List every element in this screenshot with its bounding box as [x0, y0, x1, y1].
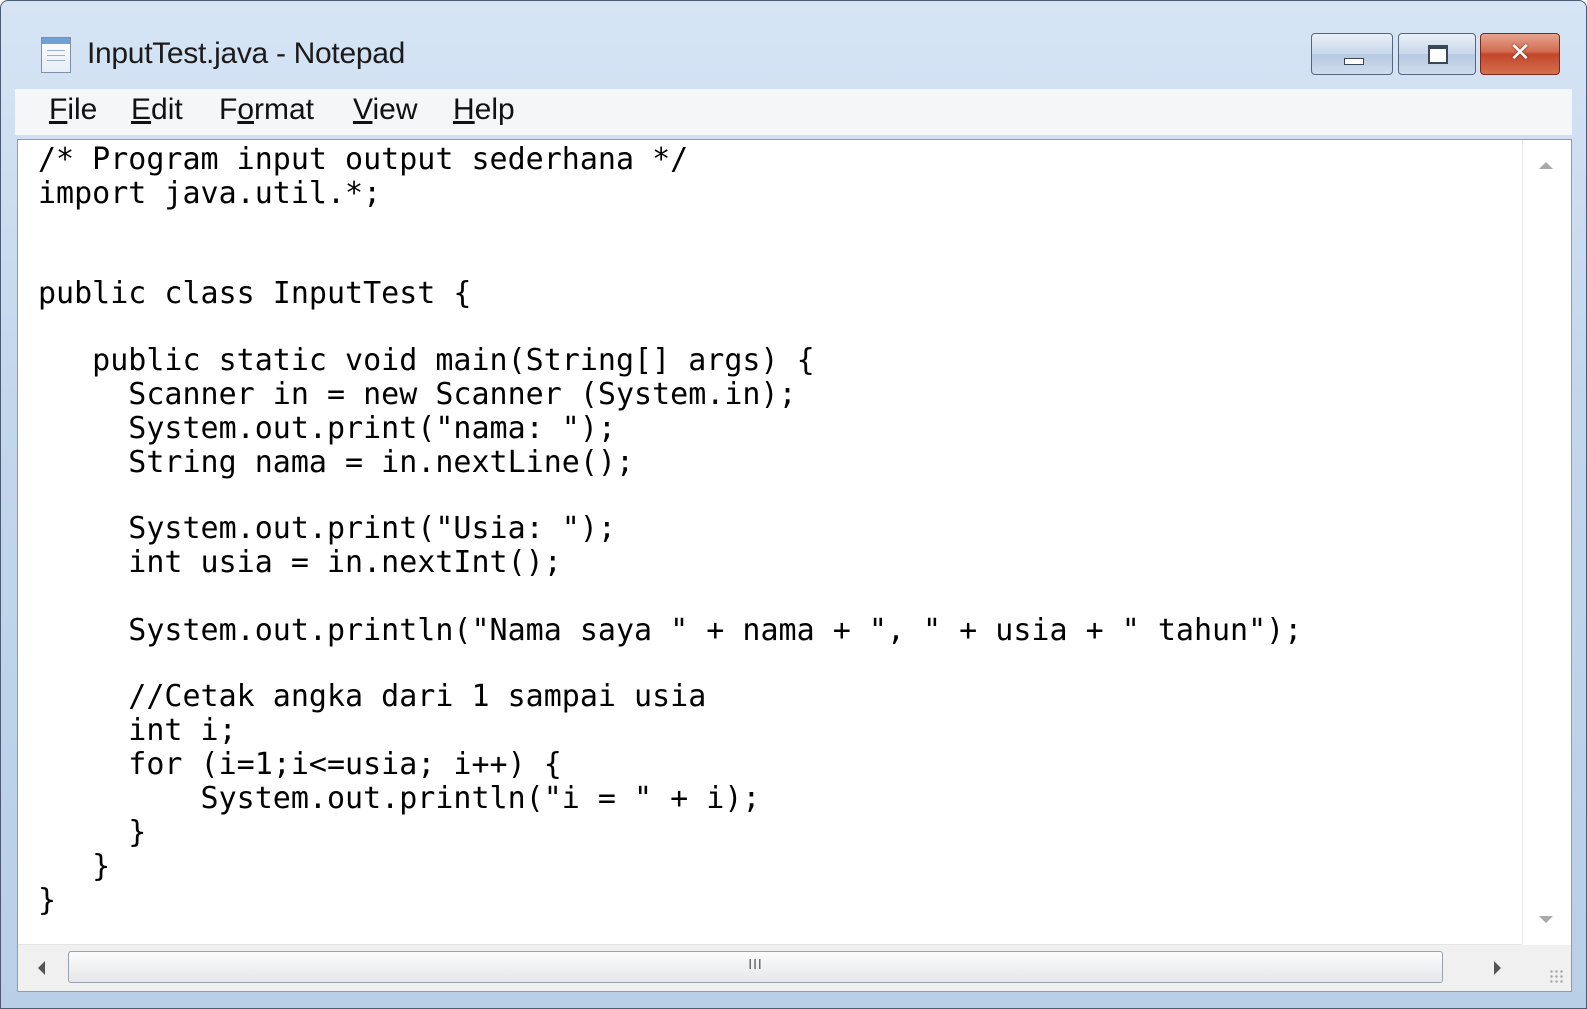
- code-line: Scanner in = new Scanner (System.in);: [38, 377, 797, 412]
- menu-format[interactable]: Format: [219, 93, 314, 127]
- menu-mnemonic: V: [353, 93, 373, 126]
- minimize-button[interactable]: [1311, 33, 1393, 75]
- code-line: }: [38, 815, 147, 850]
- scroll-up-arrow-icon[interactable]: [1539, 162, 1553, 169]
- menu-mnemonic: o: [237, 93, 255, 126]
- menu-mnemonic: F: [49, 93, 68, 126]
- menu-mnemonic: E: [131, 93, 152, 126]
- close-button[interactable]: ✕: [1480, 33, 1560, 75]
- maximize-icon: [1428, 45, 1448, 64]
- grip-icon: III: [748, 958, 763, 973]
- notepad-window: InputTest.java - Notepad ✕ File Edit For…: [0, 0, 1587, 1009]
- horizontal-scrollbar[interactable]: III: [18, 944, 1521, 991]
- code-line: System.out.println("i = " + i);: [38, 781, 761, 816]
- close-icon: ✕: [1509, 38, 1531, 68]
- vertical-scrollbar[interactable]: [1522, 140, 1571, 945]
- code-line: public class InputTest {: [38, 276, 472, 311]
- menu-bar: File Edit Format View Help: [15, 89, 1572, 136]
- menu-mnemonic: H: [453, 93, 475, 126]
- code-line: /* Program input output sederhana */: [38, 142, 689, 177]
- menu-file[interactable]: File: [49, 93, 97, 127]
- menu-edit[interactable]: Edit: [131, 93, 183, 127]
- code-line: String nama = in.nextLine();: [38, 445, 635, 480]
- code-line: //Cetak angka dari 1 sampai usia: [38, 679, 707, 714]
- scroll-left-arrow-icon[interactable]: [38, 961, 45, 975]
- menu-view[interactable]: View: [353, 93, 417, 127]
- code-line: for (i=1;i<=usia; i++) {: [38, 747, 562, 782]
- code-line: System.out.print("nama: ");: [38, 411, 616, 446]
- title-bar[interactable]: InputTest.java - Notepad ✕: [1, 1, 1586, 85]
- resize-grip-icon[interactable]: [1521, 945, 1571, 991]
- code-text-area[interactable]: /* Program input output sederhana */ imp…: [18, 140, 1521, 945]
- menu-help[interactable]: Help: [453, 93, 515, 127]
- window-title: InputTest.java - Notepad: [87, 37, 405, 70]
- scroll-right-arrow-icon[interactable]: [1494, 961, 1501, 975]
- horizontal-scroll-thumb[interactable]: III: [68, 951, 1443, 983]
- minimize-icon: [1344, 58, 1364, 65]
- notepad-app-icon[interactable]: [41, 37, 71, 73]
- code-line: public static void main(String[] args) {: [38, 343, 815, 378]
- text-editor[interactable]: /* Program input output sederhana */ imp…: [17, 139, 1572, 992]
- code-line: }: [38, 883, 57, 918]
- code-line: import java.util.*;: [38, 176, 382, 211]
- code-line: System.out.println("Nama saya " + nama +…: [38, 613, 1303, 648]
- code-line: }: [38, 849, 111, 884]
- maximize-button[interactable]: [1398, 33, 1476, 75]
- code-line: int i;: [38, 713, 237, 748]
- code-line: int usia = in.nextInt();: [38, 545, 562, 580]
- code-line: System.out.print("Usia: ");: [38, 511, 616, 546]
- scroll-down-arrow-icon[interactable]: [1539, 916, 1553, 923]
